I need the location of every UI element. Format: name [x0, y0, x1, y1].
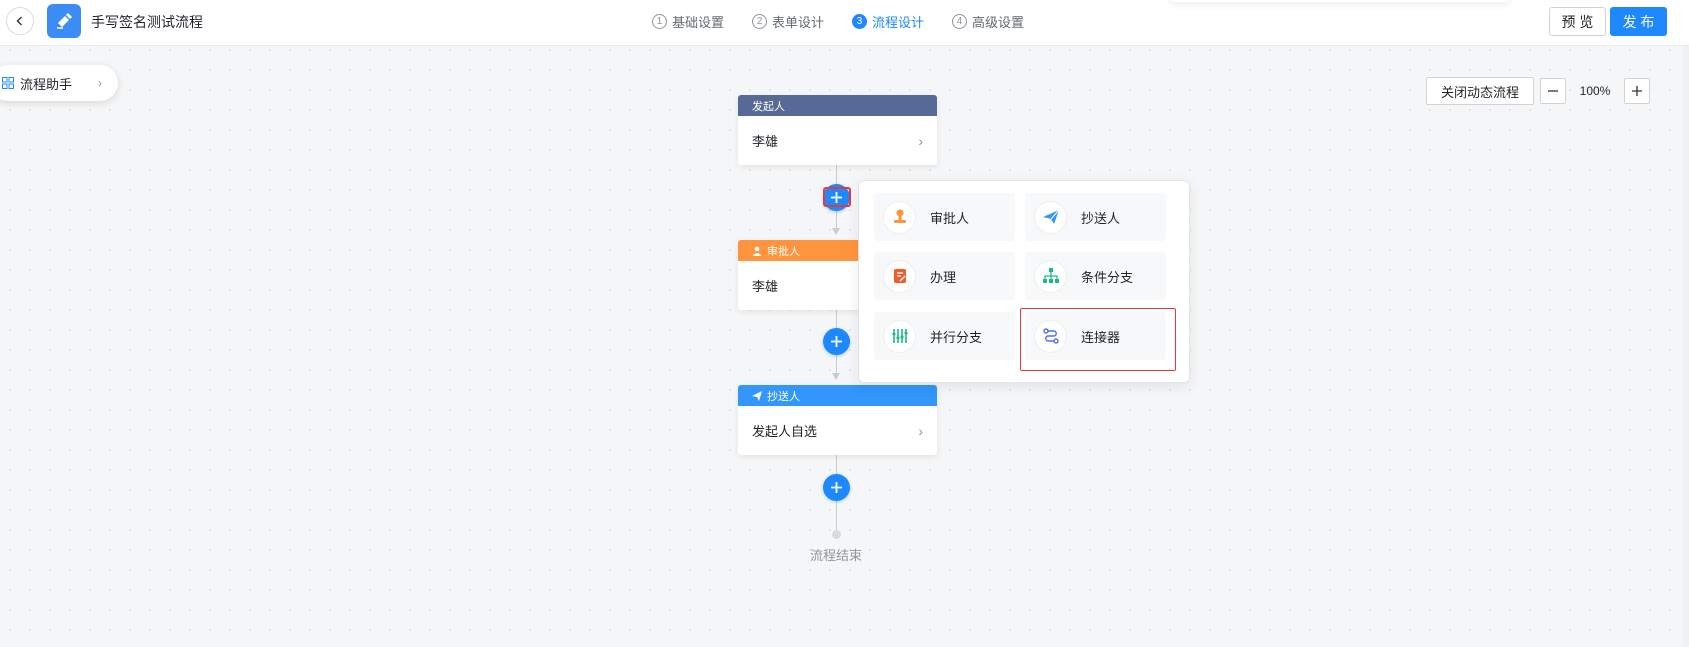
step-label: 表单设计: [772, 15, 825, 30]
chevron-right-icon: ›: [918, 132, 923, 149]
initiator-node[interactable]: 发起人 李雄 ›: [738, 95, 937, 165]
option-label: 连接器: [1081, 329, 1121, 345]
option-label: 办理: [930, 269, 957, 285]
add-approver-option[interactable]: 审批人: [874, 193, 1015, 241]
preview-button[interactable]: 预 览: [1549, 7, 1606, 36]
parallel-branch-icon: [883, 319, 916, 353]
step-label: 高级设置: [972, 15, 1025, 30]
zoom-level: 100%: [1579, 84, 1611, 98]
zoom-out-button[interactable]: [1540, 78, 1567, 104]
assistant-label: 流程助手: [20, 76, 73, 92]
step-number: 2: [752, 14, 768, 29]
chevron-left-icon: [16, 16, 22, 26]
option-label: 抄送人: [1081, 210, 1121, 226]
node-header: 抄送人: [738, 385, 937, 406]
node-header-label: 抄送人: [767, 390, 800, 403]
option-label: 并行分支: [930, 329, 983, 345]
node-body: 发起人自选 ›: [738, 406, 937, 455]
user-icon: [753, 246, 761, 256]
tab-form-design[interactable]: 2 表单设计: [752, 12, 824, 31]
plus-icon: [1632, 86, 1643, 96]
flow-arrow: [832, 228, 840, 235]
plus-icon: [831, 192, 842, 203]
floating-panel-edge: [1170, 0, 1510, 2]
add-handle-option[interactable]: 办理: [874, 252, 1015, 300]
add-condition-branch-option[interactable]: 条件分支: [1025, 252, 1166, 300]
grid-icon: [2, 77, 14, 89]
chevron-right-icon: ›: [918, 422, 923, 439]
top-bar: 手写签名测试流程 1 基础设置 2 表单设计 3 流程设计 4 高级设置 预 览…: [0, 0, 1689, 46]
vertical-scrollbar[interactable]: [1683, 46, 1689, 647]
back-button[interactable]: [6, 7, 34, 35]
node-header-label: 发起人: [752, 100, 785, 113]
node-value: 李雄: [752, 134, 779, 149]
approver-stamp-icon: [883, 200, 916, 234]
toggle-dynamic-flow-button[interactable]: 关闭动态流程: [1426, 77, 1535, 105]
step-number: 4: [952, 14, 968, 29]
step-label: 基础设置: [672, 15, 725, 30]
paper-plane-icon: [1034, 200, 1067, 234]
option-label: 审批人: [930, 210, 970, 226]
step-number: 1: [652, 14, 667, 29]
add-node-button[interactable]: [823, 184, 850, 211]
add-cc-option[interactable]: 抄送人: [1025, 193, 1166, 241]
add-node-popover: 审批人 抄送人 办理 条件分支 并行分支 连接器: [858, 180, 1190, 383]
org-tree-icon: [1034, 259, 1067, 293]
plus-icon: [831, 482, 842, 493]
add-node-button[interactable]: [823, 328, 850, 355]
chevron-right-icon: ›: [98, 76, 103, 90]
signature-pen-icon: [57, 13, 72, 29]
flow-end-dot: [832, 530, 841, 539]
node-body: 李雄 ›: [738, 116, 937, 165]
step-tabs: 1 基础设置 2 表单设计 3 流程设计 4 高级设置: [652, 12, 1024, 31]
flow-end-label: 流程结束: [810, 548, 863, 563]
zoom-in-button[interactable]: [1624, 78, 1651, 104]
option-label: 条件分支: [1081, 269, 1134, 285]
tab-advanced-settings[interactable]: 4 高级设置: [952, 12, 1024, 31]
flow-assistant-button[interactable]: 流程助手 ›: [0, 65, 118, 101]
connector-icon: [1034, 319, 1067, 353]
minus-icon: [1548, 90, 1559, 92]
add-connector-option[interactable]: 连接器: [1025, 312, 1166, 360]
tab-basic-settings[interactable]: 1 基础设置: [652, 12, 724, 31]
plus-icon: [831, 336, 842, 347]
zoom-toolbar: 关闭动态流程 100%: [1426, 77, 1651, 105]
node-value: 发起人自选: [752, 424, 818, 439]
add-parallel-branch-option[interactable]: 并行分支: [874, 312, 1015, 360]
flow-arrow: [832, 373, 840, 380]
node-header: 发起人: [738, 95, 937, 116]
app-logo: [47, 4, 81, 38]
handle-doc-icon: [883, 259, 916, 293]
tab-flow-design[interactable]: 3 流程设计: [852, 12, 924, 31]
add-node-button[interactable]: [823, 474, 850, 501]
step-number: 3: [852, 14, 868, 29]
node-header-label: 审批人: [767, 245, 800, 258]
step-label: 流程设计: [872, 15, 925, 30]
cc-node[interactable]: 抄送人 发起人自选 ›: [738, 385, 937, 455]
node-value: 李雄: [752, 279, 779, 294]
publish-button[interactable]: 发 布: [1610, 7, 1667, 36]
paper-plane-icon: [752, 390, 762, 401]
page-title: 手写签名测试流程: [91, 14, 203, 30]
